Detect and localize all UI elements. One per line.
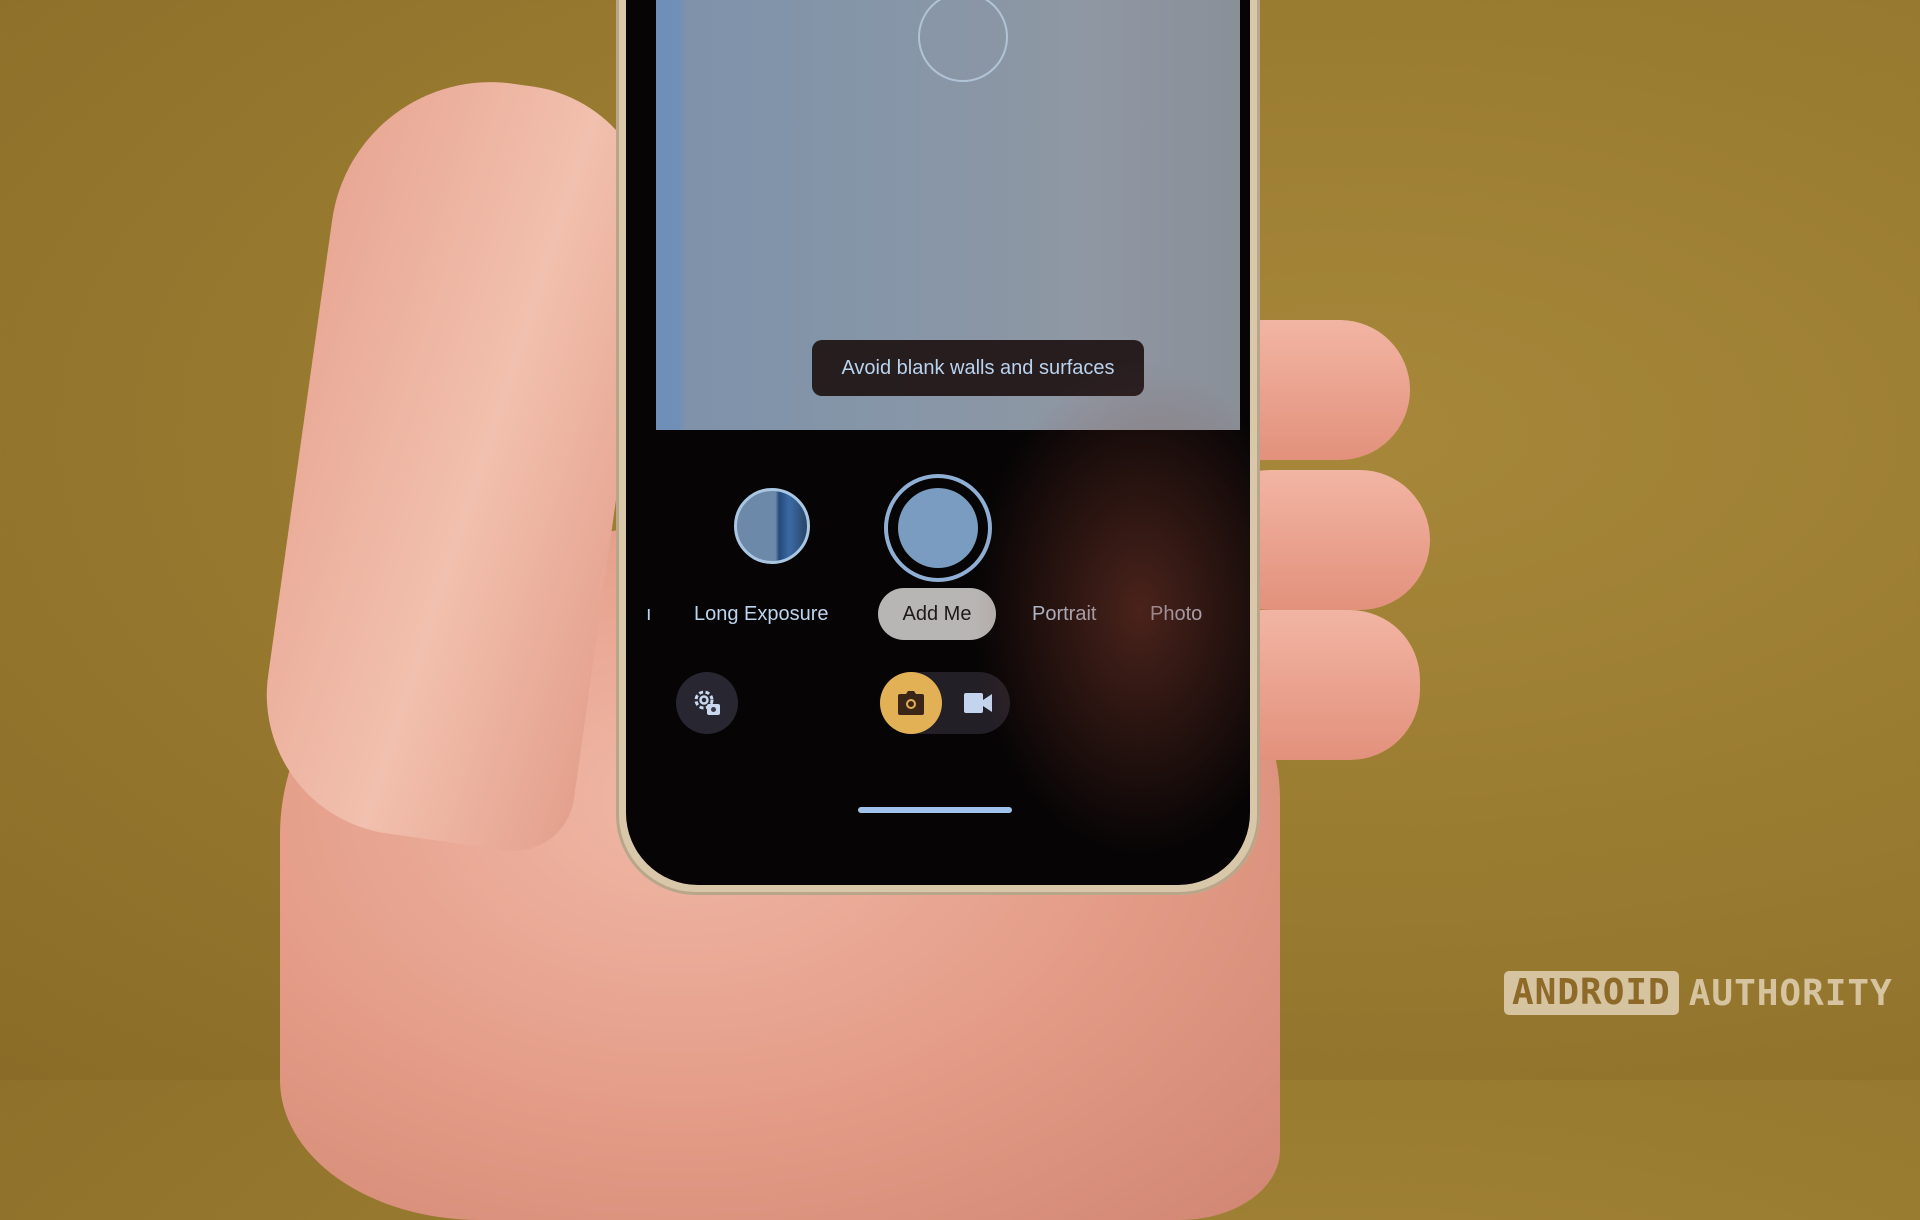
mode-selector: ı Long Exposure Add Me Portrait Photo [626,588,1250,644]
mode-portrait[interactable]: Portrait [1032,588,1096,640]
mode-add-me[interactable]: Add Me [878,588,996,640]
mode-photo[interactable]: Photo [1150,588,1202,640]
shutter-inner [898,488,978,568]
camera-icon [898,691,924,715]
hint-toast: Avoid blank walls and surfaces [812,340,1144,396]
video-capture-button[interactable] [952,672,1004,734]
focus-ring-icon [918,0,1008,82]
gallery-thumbnail-button[interactable] [734,488,810,564]
navigation-gesture-bar[interactable] [858,807,1012,813]
videocam-icon [964,693,992,713]
watermark-logo: ANDROID AUTHORITY [1504,970,1893,1016]
shutter-button[interactable] [884,474,992,582]
capture-type-toggle [880,672,1010,734]
phone-screen: Avoid blank walls and surfaces ı Long Ex… [626,0,1250,885]
watermark-boxed-text: ANDROID [1504,971,1679,1015]
photo-capture-button[interactable] [880,672,942,734]
camera-settings-button[interactable] [676,672,738,734]
settings-camera-icon [694,690,720,715]
camera-viewfinder[interactable]: Avoid blank walls and surfaces [656,0,1240,430]
phone: Avoid blank walls and surfaces ı Long Ex… [616,0,1260,895]
mode-overflow-indicator: ı [646,603,652,625]
mode-long-exposure[interactable]: Long Exposure [694,588,829,640]
watermark-text: AUTHORITY [1688,972,1893,1014]
